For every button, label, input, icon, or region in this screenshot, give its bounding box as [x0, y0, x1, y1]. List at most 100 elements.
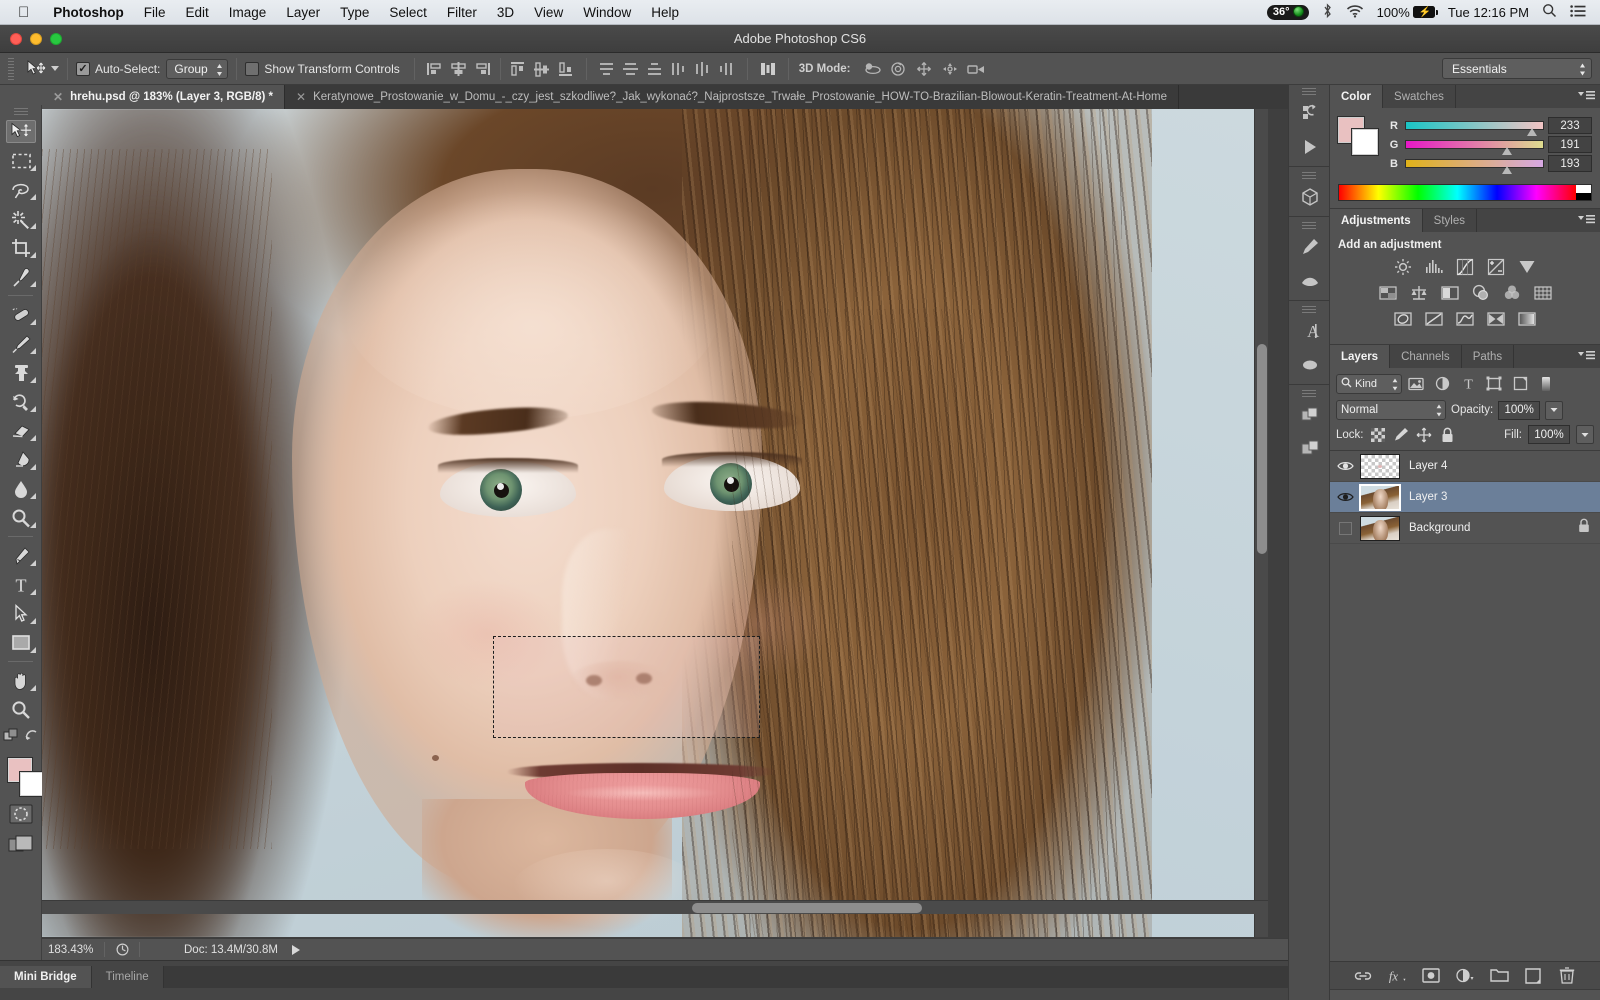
align-top-edges-icon[interactable]: [507, 58, 529, 80]
temperature-indicator[interactable]: 36°: [1267, 5, 1309, 20]
eraser-tool[interactable]: [0, 416, 42, 445]
rectangle-shape-tool[interactable]: [0, 628, 42, 657]
curves-icon[interactable]: [1454, 257, 1476, 277]
black-white-icon[interactable]: [1439, 283, 1461, 303]
table-row[interactable]: Layer 4: [1330, 451, 1600, 482]
lock-transparency-icon[interactable]: [1370, 426, 1387, 443]
align-bottom-edges-icon[interactable]: [555, 58, 577, 80]
show-transform-controls-checkbox[interactable]: ✓: [245, 62, 259, 76]
menu-select[interactable]: Select: [379, 5, 437, 20]
edit-toolbar-icon[interactable]: [3, 728, 19, 747]
close-icon[interactable]: ✕: [53, 91, 63, 103]
wifi-icon[interactable]: [1346, 4, 1364, 21]
menu-3d[interactable]: 3D: [487, 5, 524, 20]
canvas-horizontal-scroll-thumb[interactable]: [692, 903, 922, 913]
menu-view[interactable]: View: [524, 5, 573, 20]
color-spectrum-ramp[interactable]: [1338, 184, 1592, 201]
layer-comps-panel-icon[interactable]: [1289, 398, 1331, 432]
filter-toggle-icon[interactable]: [1534, 373, 1558, 394]
add-layer-style-icon[interactable]: fx: [1387, 966, 1407, 986]
distribute-bottom-edges-icon[interactable]: [644, 58, 666, 80]
tool-preset-chevron-icon[interactable]: [51, 66, 59, 71]
apple-icon[interactable]: : [0, 5, 43, 20]
tab-mini-bridge[interactable]: Mini Bridge: [0, 966, 92, 988]
menu-window[interactable]: Window: [573, 5, 641, 20]
image-canvas[interactable]: [42, 109, 1268, 937]
tab-styles[interactable]: Styles: [1423, 209, 1477, 232]
document-tab-active[interactable]: ✕ hrehu.psd @ 183% (Layer 3, RGB/8) *: [42, 85, 285, 109]
horizontal-type-tool[interactable]: T: [0, 570, 42, 599]
swap-colors-icon[interactable]: [24, 728, 39, 747]
battery-indicator[interactable]: 100% ⚡: [1377, 5, 1435, 20]
slide-3d-object-icon[interactable]: [937, 58, 963, 80]
tab-channels[interactable]: Channels: [1390, 345, 1462, 368]
tab-layers[interactable]: Layers: [1330, 345, 1390, 368]
layers-panel-menu-button[interactable]: [1577, 349, 1595, 361]
rotate-3d-object-icon[interactable]: [859, 58, 885, 80]
close-window-button[interactable]: [10, 33, 22, 45]
fill-stepper-button[interactable]: [1576, 425, 1594, 444]
quick-mask-mode-icon[interactable]: [8, 803, 34, 830]
distribute-vertical-centers-icon[interactable]: [620, 58, 642, 80]
table-row[interactable]: Layer 3: [1330, 482, 1600, 513]
rectangular-marquee-tool[interactable]: [0, 146, 42, 175]
lock-image-icon[interactable]: [1393, 426, 1410, 443]
color-balance-icon[interactable]: [1408, 283, 1430, 303]
healing-brush-tool[interactable]: [0, 300, 42, 329]
fill-value[interactable]: 100%: [1528, 425, 1570, 444]
canvas-horizontal-scrollbar[interactable]: [42, 900, 1268, 914]
brightness-contrast-icon[interactable]: [1392, 257, 1414, 277]
exposure-icon[interactable]: [1485, 257, 1507, 277]
bluetooth-icon[interactable]: [1322, 3, 1333, 22]
actions-panel-icon[interactable]: [1289, 130, 1331, 164]
maximize-window-button[interactable]: [50, 33, 62, 45]
roll-3d-object-icon[interactable]: [885, 58, 911, 80]
invert-icon[interactable]: [1392, 309, 1414, 329]
menu-help[interactable]: Help: [641, 5, 689, 20]
dock-grip[interactable]: [1289, 303, 1329, 314]
brush-panel-icon[interactable]: [1289, 230, 1331, 264]
new-group-icon[interactable]: [1489, 966, 1509, 986]
filter-type-icon[interactable]: T: [1456, 373, 1480, 394]
3d-panel-icon[interactable]: [1289, 180, 1331, 214]
opacity-value[interactable]: 100%: [1498, 401, 1540, 420]
layer-visibility-toggle[interactable]: [1330, 513, 1360, 544]
zoom-level[interactable]: 183.43%: [42, 944, 104, 956]
menu-photoshop[interactable]: Photoshop: [43, 5, 134, 20]
close-icon[interactable]: ✕: [296, 91, 306, 103]
layer-name[interactable]: Background: [1409, 522, 1578, 534]
red-channel-slider[interactable]: [1405, 121, 1544, 130]
hue-saturation-icon[interactable]: [1377, 283, 1399, 303]
selection-marquee[interactable]: [494, 637, 759, 737]
brush-tool[interactable]: [0, 329, 42, 358]
workspace-selector[interactable]: Essentials: [1442, 58, 1592, 79]
menu-type[interactable]: Type: [330, 5, 379, 20]
layer-visibility-toggle[interactable]: [1330, 482, 1360, 513]
canvas-vertical-scroll-thumb[interactable]: [1257, 344, 1267, 554]
distribute-horizontal-centers-icon[interactable]: [692, 58, 714, 80]
color-panel-menu-button[interactable]: [1577, 89, 1595, 101]
filter-shape-icon[interactable]: [1482, 373, 1506, 394]
filter-smart-object-icon[interactable]: [1508, 373, 1532, 394]
history-panel-icon[interactable]: [1289, 96, 1331, 130]
lock-all-icon[interactable]: [1439, 426, 1456, 443]
color-lookup-icon[interactable]: [1532, 283, 1554, 303]
blue-channel-slider[interactable]: [1405, 159, 1544, 168]
dock-grip[interactable]: [1289, 219, 1329, 230]
clock[interactable]: Tue 12:16 PM: [1448, 5, 1529, 20]
layer-thumbnail[interactable]: [1360, 516, 1400, 541]
tab-paths[interactable]: Paths: [1462, 345, 1514, 368]
auto-select-checkbox[interactable]: ✓: [76, 62, 90, 76]
tab-color[interactable]: Color: [1330, 85, 1383, 108]
opacity-stepper-button[interactable]: [1545, 401, 1563, 420]
lasso-tool[interactable]: [0, 175, 42, 204]
character-panel-icon[interactable]: A: [1289, 314, 1331, 348]
filter-pixel-icon[interactable]: [1404, 373, 1428, 394]
dock-grip[interactable]: [1289, 85, 1329, 96]
minimize-window-button[interactable]: [30, 33, 42, 45]
distribute-right-edges-icon[interactable]: [716, 58, 738, 80]
clone-stamp-tool[interactable]: [0, 358, 42, 387]
posterize-icon[interactable]: [1423, 309, 1445, 329]
tools-panel-grip[interactable]: [0, 105, 41, 117]
slider-knob[interactable]: [1502, 166, 1512, 174]
